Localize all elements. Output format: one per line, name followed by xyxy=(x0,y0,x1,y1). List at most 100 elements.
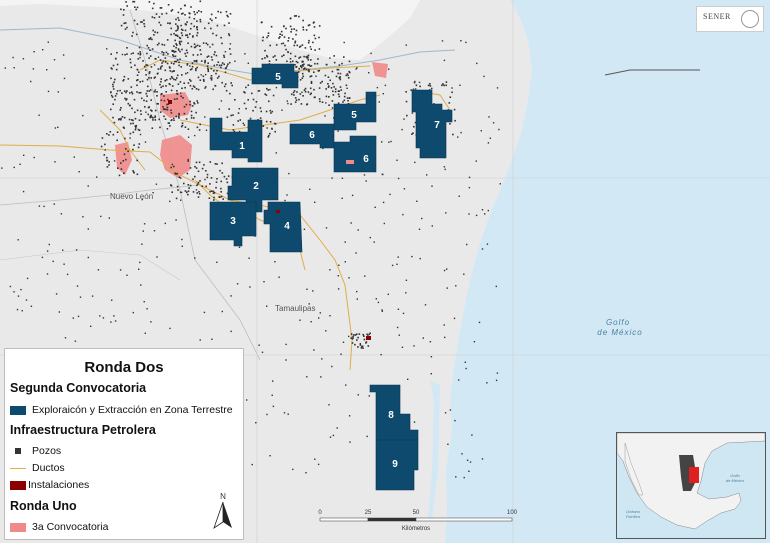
well-marker xyxy=(189,84,192,87)
well-marker xyxy=(178,61,180,64)
well-marker xyxy=(225,178,228,180)
well-marker xyxy=(281,55,283,58)
well-marker xyxy=(290,93,293,96)
well-marker xyxy=(203,311,206,314)
well-marker xyxy=(249,286,251,288)
well-marker xyxy=(175,30,177,32)
well-marker xyxy=(106,48,108,50)
well-marker xyxy=(116,90,119,92)
well-marker xyxy=(310,80,313,83)
well-marker xyxy=(204,27,206,30)
well-marker xyxy=(133,171,135,174)
well-marker xyxy=(148,72,151,75)
well-marker xyxy=(454,119,456,122)
well-marker xyxy=(381,309,383,311)
well-marker xyxy=(390,140,392,143)
well-marker xyxy=(152,119,154,121)
well-marker xyxy=(153,34,155,36)
well-marker xyxy=(478,321,481,324)
pipeline-line-icon xyxy=(10,467,26,469)
well-marker xyxy=(125,1,127,3)
inset-ocean-label-line2: Pacífico xyxy=(626,514,641,519)
well-marker xyxy=(156,102,158,105)
well-marker xyxy=(210,13,213,16)
well-marker xyxy=(234,99,236,101)
well-marker xyxy=(186,172,189,175)
well-marker xyxy=(139,110,142,112)
well-marker xyxy=(247,84,250,86)
well-marker xyxy=(283,54,285,56)
well-marker xyxy=(207,67,209,70)
well-marker xyxy=(202,42,205,44)
well-marker xyxy=(327,83,329,85)
well-marker xyxy=(405,100,408,103)
well-marker xyxy=(294,64,296,66)
well-marker xyxy=(64,337,67,339)
well-marker xyxy=(176,74,179,77)
well-marker xyxy=(341,62,343,65)
well-marker xyxy=(175,43,177,45)
well-marker xyxy=(285,48,287,51)
well-marker xyxy=(444,412,447,414)
well-marker xyxy=(347,99,349,102)
well-marker xyxy=(321,80,323,83)
well-marker xyxy=(104,149,106,151)
well-marker xyxy=(304,90,307,93)
well-marker xyxy=(295,60,298,63)
well-marker xyxy=(225,89,228,92)
well-marker xyxy=(234,60,236,62)
well-marker xyxy=(191,105,194,107)
well-marker xyxy=(285,343,287,346)
well-marker xyxy=(189,167,192,169)
well-marker xyxy=(178,113,180,116)
well-marker xyxy=(124,137,126,140)
well-marker xyxy=(126,53,128,55)
well-marker xyxy=(199,180,201,182)
well-marker xyxy=(158,21,161,24)
well-marker xyxy=(216,24,219,27)
well-marker xyxy=(247,99,249,101)
well-marker xyxy=(142,60,144,62)
well-marker xyxy=(451,91,453,94)
well-marker xyxy=(114,78,116,81)
well-marker xyxy=(164,79,166,82)
well-marker xyxy=(154,31,156,33)
well-marker xyxy=(187,184,190,186)
well-marker xyxy=(99,315,101,317)
well-marker xyxy=(166,128,169,130)
well-marker xyxy=(148,71,151,73)
well-marker xyxy=(155,13,158,15)
block-label-5b: 5 xyxy=(351,110,357,121)
well-marker xyxy=(487,142,490,144)
well-marker xyxy=(170,112,173,114)
well-marker xyxy=(325,102,327,104)
well-marker xyxy=(190,80,192,82)
well-marker xyxy=(396,326,399,329)
well-marker xyxy=(375,298,377,300)
well-marker xyxy=(207,70,210,73)
well-marker xyxy=(351,342,354,344)
well-marker xyxy=(243,124,246,126)
well-marker xyxy=(184,86,186,89)
well-marker xyxy=(363,338,366,341)
well-marker xyxy=(185,55,187,57)
well-marker xyxy=(366,435,368,438)
well-marker xyxy=(115,57,117,60)
well-marker xyxy=(376,86,379,89)
well-marker xyxy=(192,85,195,87)
well-marker xyxy=(397,308,400,310)
well-marker xyxy=(129,58,132,61)
well-marker xyxy=(318,69,320,72)
well-marker xyxy=(197,102,199,104)
well-marker xyxy=(217,61,220,63)
well-marker xyxy=(151,16,154,18)
well-marker xyxy=(114,95,117,97)
well-marker xyxy=(205,170,207,172)
well-marker xyxy=(223,24,226,27)
well-marker xyxy=(271,394,273,396)
well-marker xyxy=(185,103,188,106)
well-marker xyxy=(210,27,212,30)
well-marker xyxy=(446,268,448,270)
well-marker xyxy=(396,159,398,161)
well-marker xyxy=(139,51,141,53)
